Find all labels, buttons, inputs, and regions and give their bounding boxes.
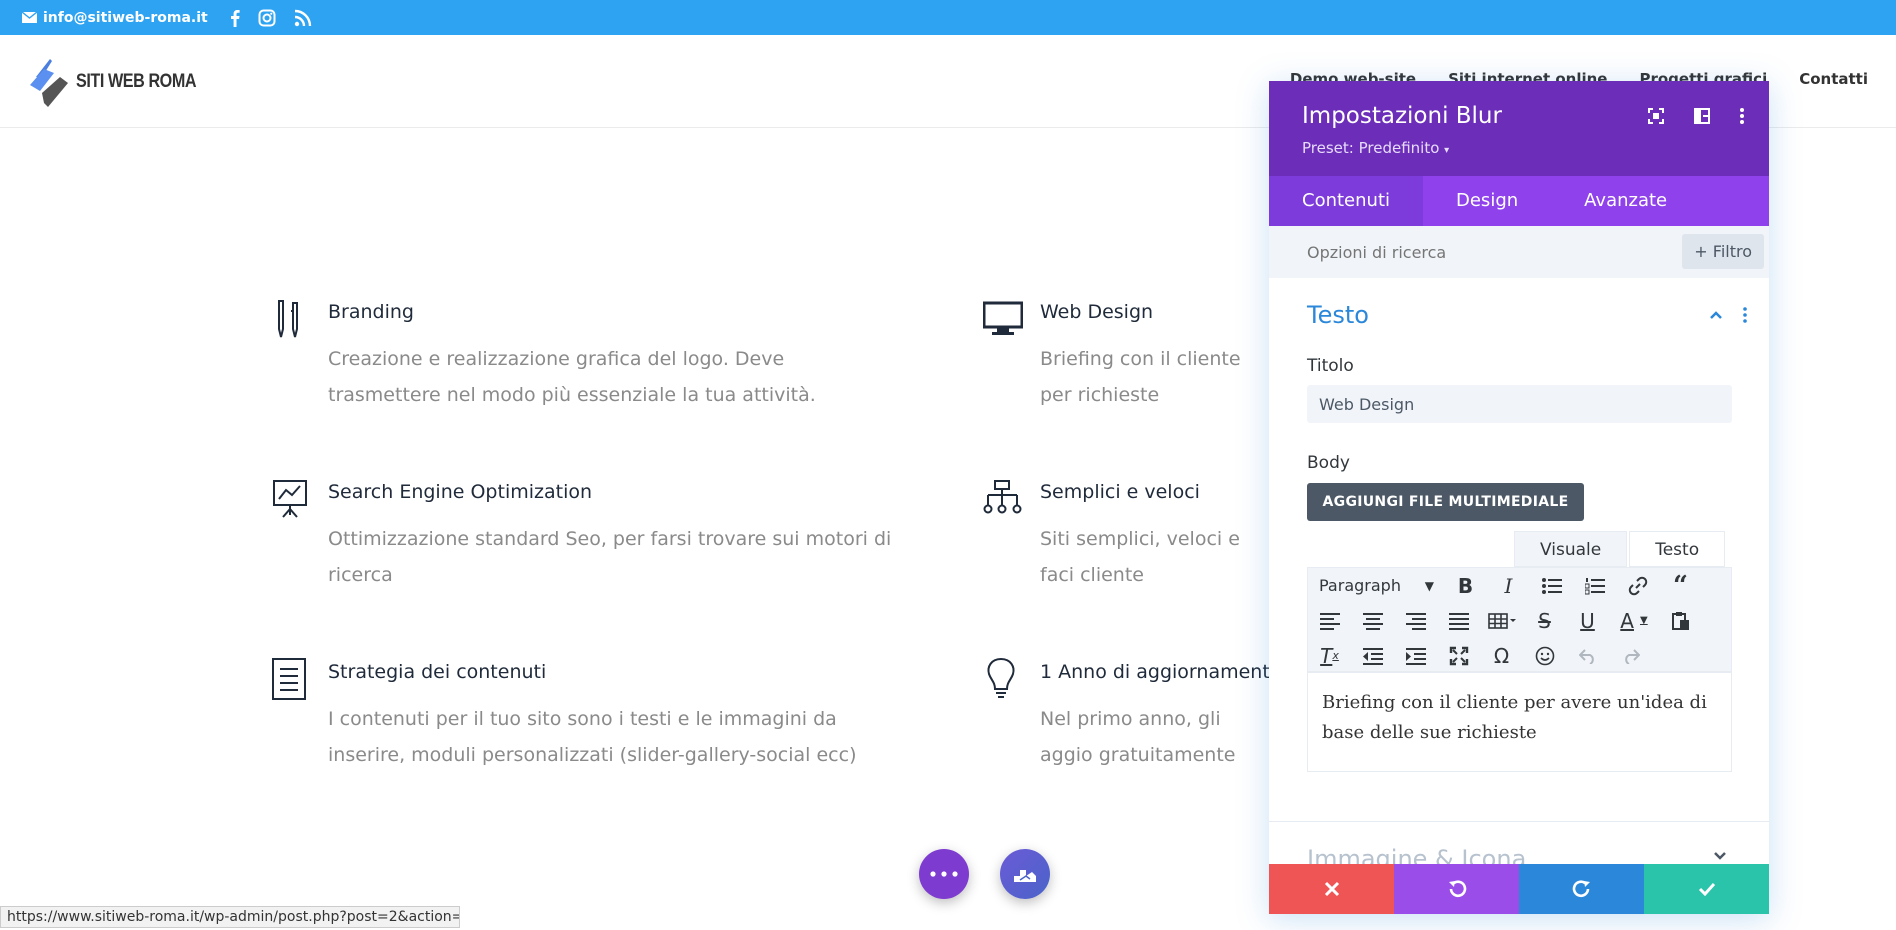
site-logo[interactable]: SITI WEB ROMA [28,55,217,109]
caret-down-icon: ▾ [1444,145,1450,156]
builder-icon [1014,870,1036,882]
section-divider [1269,821,1769,822]
document-icon [272,658,306,700]
section-menu-icon[interactable] [1743,307,1747,323]
tab-design[interactable]: Design [1423,176,1551,226]
blockquote-icon[interactable]: “ [1659,568,1702,603]
caret-down-icon: ▼ [1424,578,1434,593]
link-icon[interactable] [1616,568,1659,603]
layout-columns-icon[interactable] [1693,107,1711,125]
clear-format-icon[interactable]: Tx [1308,638,1351,673]
omega-icon[interactable]: Ω [1480,638,1523,673]
undo-icon[interactable] [1566,638,1609,673]
chevron-down-icon[interactable] [1713,851,1727,861]
align-justify-icon[interactable] [1437,603,1480,638]
feature-title: Web Design [1040,301,1154,323]
feature-text: Nel primo anno, gli aggio gratuitamente [1040,708,1236,766]
feature-text: Ottimizzazione standard Seo, per farsi t… [328,528,892,586]
text-color-icon[interactable]: A ▼ [1609,603,1659,638]
numbered-list-icon[interactable] [1573,568,1616,603]
panel-actions [1269,864,1769,914]
undo-button[interactable] [1394,864,1519,914]
redo-icon [1572,880,1590,898]
panel-header: Impostazioni Blur Preset: Predefinito ▾ [1269,81,1769,176]
chevron-up-icon[interactable] [1709,310,1723,320]
top-bar: info@sitiweb-roma.it [0,0,1896,35]
bullet-list-icon[interactable] [1530,568,1573,603]
panel-tabs: Contenuti Design Avanzate [1269,176,1769,226]
paste-icon[interactable] [1659,603,1702,638]
editor-toolbar: Paragraph ▼ B I “ S U A ▼ Tx Ω [1307,567,1732,672]
pen-icon [278,300,298,338]
mail-icon [22,12,37,23]
rss-icon[interactable] [294,9,312,27]
tab-avanzate[interactable]: Avanzate [1551,176,1700,226]
filter-button[interactable]: + Filtro [1682,234,1764,269]
add-media-button[interactable]: AGGIUNGI FILE MULTIMEDIALE [1307,483,1584,521]
preset-label: Preset: Predefinito [1302,139,1440,157]
feature-title: Semplici e veloci [1040,481,1200,503]
editor-tab-visual[interactable]: Visuale [1514,531,1628,567]
feature-text: Siti semplici, veloci e faci cliente [1040,528,1240,586]
save-button[interactable] [1644,864,1769,914]
feature-title: Branding [328,301,414,323]
monitor-icon [983,301,1023,335]
instagram-icon[interactable] [258,9,276,27]
outdent-icon[interactable] [1351,638,1394,673]
feature-text: Briefing con il cliente per richieste [1040,348,1241,406]
section-title-testo[interactable]: Testo [1307,301,1369,329]
more-options-button[interactable] [919,849,969,899]
strikethrough-icon[interactable]: S [1523,603,1566,638]
tab-contenuti[interactable]: Contenuti [1269,176,1423,226]
align-center-icon[interactable] [1351,603,1394,638]
logo-mark-icon [30,59,68,107]
feature-title: Search Engine Optimization [328,481,593,503]
settings-panel: Impostazioni Blur Preset: Predefinito ▾ … [1269,81,1769,914]
dots-icon [930,871,958,877]
email-text: info@sitiweb-roma.it [43,9,208,26]
body-editor[interactable]: Briefing con il cliente per avere un'ide… [1307,672,1732,772]
discard-button[interactable] [1269,864,1394,914]
check-icon [1698,882,1715,896]
feature-title: 1 Anno di aggiornamenti [1040,661,1276,683]
underline-icon[interactable]: U [1566,603,1609,638]
title-field-label: Titolo [1307,356,1354,376]
nav-item-contatti[interactable]: Contatti [1799,70,1868,88]
indent-icon[interactable] [1394,638,1437,673]
panel-title: Impostazioni Blur [1302,103,1502,129]
redo-icon[interactable] [1609,638,1652,673]
format-select-value: Paragraph [1319,576,1401,595]
table-icon[interactable] [1480,603,1523,638]
body-field-label: Body [1307,453,1350,473]
italic-icon[interactable]: I [1487,568,1530,603]
feature-title: Strategia dei contenuti [328,661,547,683]
preset-selector[interactable]: Preset: Predefinito ▾ [1302,139,1449,157]
options-search-input[interactable] [1289,236,1639,268]
email-link[interactable]: info@sitiweb-roma.it [22,10,208,26]
browser-status-url: https://www.sitiweb-roma.it/wp-admin/pos… [0,906,460,928]
logo-text: SITI WEB ROMA [76,71,197,92]
bold-icon[interactable]: B [1444,568,1487,603]
close-icon [1324,881,1339,897]
chart-board-icon [273,480,307,518]
options-search-bar: + Filtro [1269,226,1769,278]
title-field[interactable]: Web Design [1307,385,1732,423]
facebook-icon[interactable] [230,9,240,27]
expand-icon[interactable] [1437,638,1480,673]
emoji-icon[interactable] [1523,638,1566,673]
builder-toggle-button[interactable] [1000,849,1050,899]
redo-button[interactable] [1519,864,1644,914]
feature-text: I contenuti per il tuo sito sono i testi… [328,708,857,766]
editor-tab-text[interactable]: Testo [1629,531,1726,567]
align-left-icon[interactable] [1308,603,1351,638]
format-select[interactable]: Paragraph ▼ [1308,568,1444,603]
kebab-menu-icon[interactable] [1739,107,1745,125]
align-right-icon[interactable] [1394,603,1437,638]
undo-icon [1448,880,1466,898]
fullscreen-icon[interactable] [1647,107,1665,125]
lightbulb-icon [987,657,1015,698]
feature-text: Creazione e realizzazione grafica del lo… [328,348,816,406]
sitemap-icon [983,480,1022,514]
